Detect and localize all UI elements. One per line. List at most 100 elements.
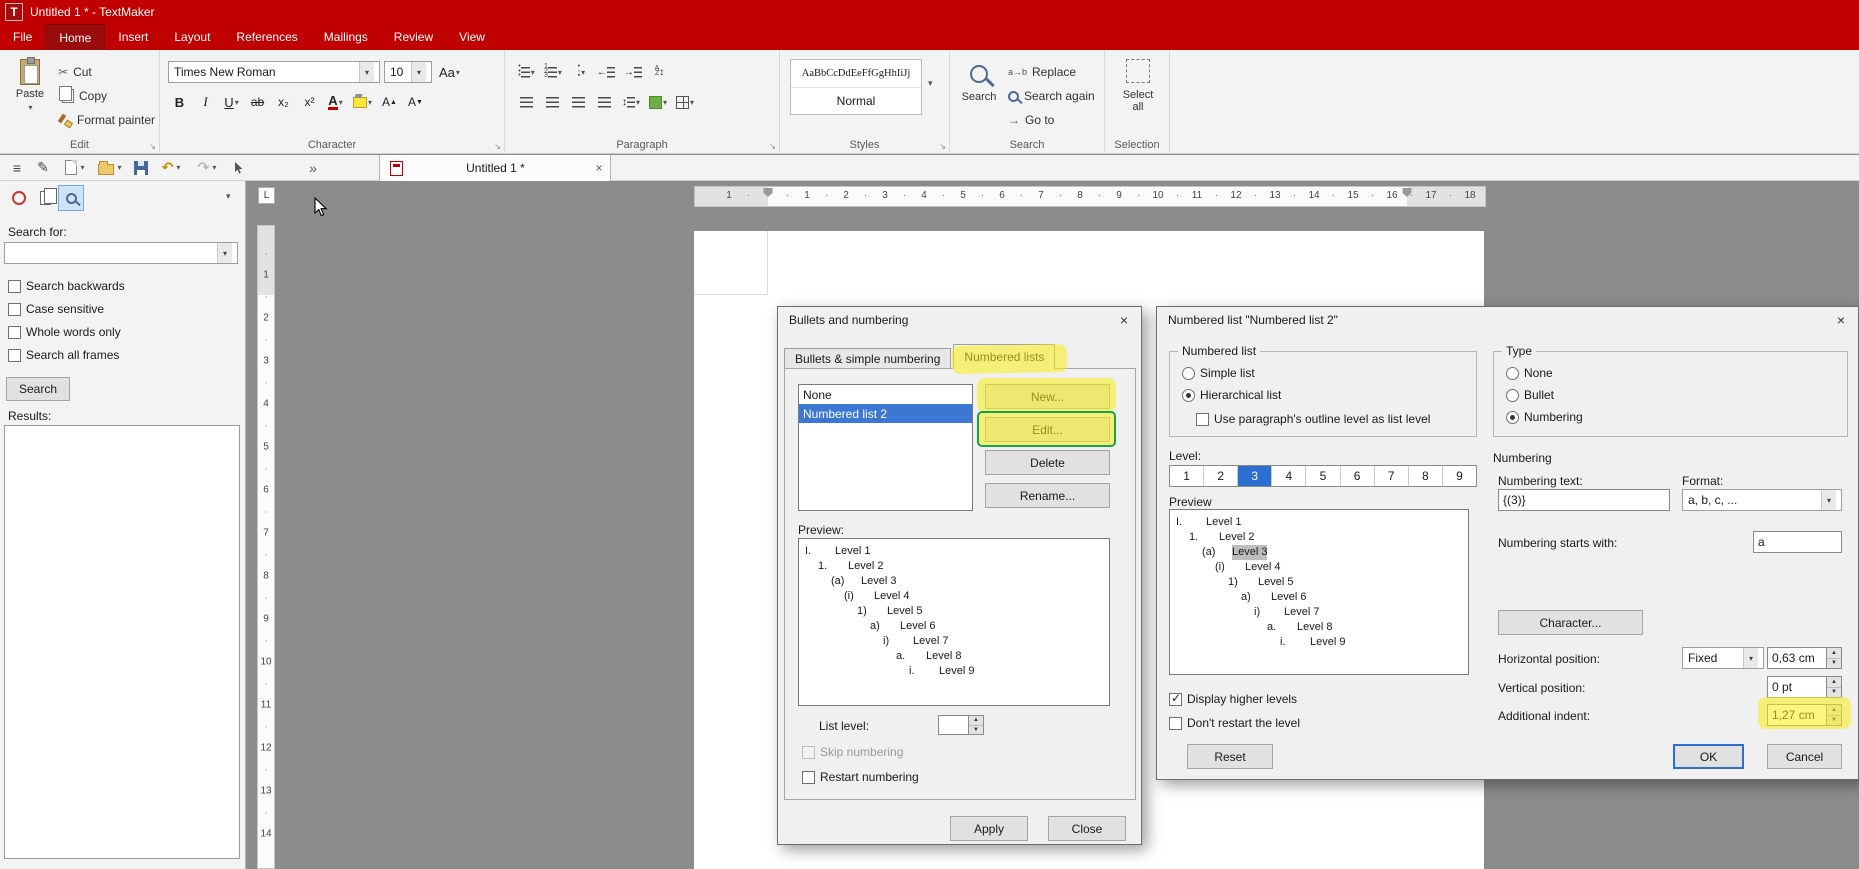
- menu-item[interactable]: Layout: [161, 24, 223, 50]
- open-document-button[interactable]: ▾: [94, 157, 126, 178]
- underline-button[interactable]: U▾: [220, 90, 243, 114]
- menu-item[interactable]: Home: [45, 24, 105, 50]
- borders-button[interactable]: ▾: [673, 90, 697, 114]
- format-painter-button[interactable]: Format painter: [58, 110, 155, 130]
- level-cell[interactable]: 3: [1238, 466, 1272, 486]
- toolbar-overflow-chevron-icon[interactable]: »: [304, 157, 322, 178]
- tab-stop-selector[interactable]: L: [258, 187, 275, 204]
- spin-down-icon[interactable]: ▼: [1827, 659, 1841, 669]
- format-select[interactable]: a, b, c, ... ▾: [1682, 489, 1842, 511]
- menu-item[interactable]: Mailings: [311, 24, 381, 50]
- dialog-launcher-icon[interactable]: ↘: [769, 142, 776, 151]
- list-item[interactable]: None: [799, 385, 972, 404]
- spinner-arrows[interactable]: ▲▼: [1827, 676, 1842, 698]
- search-again-button[interactable]: Search again: [1008, 86, 1095, 106]
- increase-indent-button[interactable]: →: [621, 60, 645, 84]
- spin-up-icon[interactable]: ▲: [1827, 648, 1841, 659]
- spinner-arrows[interactable]: ▲▼: [1827, 704, 1842, 726]
- menu-item[interactable]: File: [0, 24, 45, 50]
- radio-option[interactable]: Hierarchical list: [1182, 388, 1281, 402]
- spin-down-icon[interactable]: ▼: [969, 726, 983, 735]
- menu-item[interactable]: References: [223, 24, 310, 50]
- chevron-down-icon[interactable]: ▾: [1821, 490, 1836, 510]
- spinner-arrows[interactable]: ▲▼: [1827, 647, 1842, 669]
- line-spacing-button[interactable]: ↕▾: [619, 90, 643, 114]
- numbered-list-button[interactable]: 1 2 3▾: [541, 60, 565, 84]
- search-for-combobox[interactable]: ▾: [4, 242, 238, 264]
- horizontal-mode-select[interactable]: Fixed ▾: [1682, 647, 1764, 669]
- styles-gallery[interactable]: AaBbCcDdEeFfGgHhIiJj Normal: [790, 59, 922, 115]
- close-tab-icon[interactable]: ×: [588, 161, 610, 175]
- spin-down-icon[interactable]: ▼: [1827, 688, 1841, 698]
- list-item[interactable]: Numbered list 2: [799, 404, 972, 423]
- sidebar-pages-icon[interactable]: [32, 185, 58, 211]
- replace-button[interactable]: a→b Replace: [1008, 62, 1076, 82]
- pointer-tool-icon[interactable]: [228, 157, 250, 178]
- outline-level-checkbox[interactable]: Use paragraph's outline level as list le…: [1196, 412, 1430, 426]
- sidebar-search-icon[interactable]: [58, 185, 84, 211]
- superscript-button[interactable]: x²: [298, 90, 321, 114]
- radio-option[interactable]: Bullet: [1506, 388, 1583, 402]
- highlight-button[interactable]: ▾: [350, 90, 375, 114]
- justify-button[interactable]: [593, 90, 616, 114]
- results-listbox[interactable]: [4, 425, 240, 859]
- dialog-launcher-icon[interactable]: ↘: [149, 142, 156, 151]
- chevron-down-icon[interactable]: ▾: [411, 62, 426, 82]
- spin-down-icon[interactable]: ▼: [1827, 716, 1841, 726]
- bold-button[interactable]: B: [168, 90, 191, 114]
- chevron-down-icon[interactable]: ▾: [217, 243, 232, 263]
- chevron-down-icon[interactable]: ▾: [359, 62, 374, 82]
- numbering-text-input[interactable]: {(3)}: [1498, 489, 1670, 511]
- italic-button[interactable]: I: [194, 90, 217, 114]
- horizontal-position-spinner[interactable]: 0,63 cm ▲▼: [1767, 647, 1842, 669]
- dialog-launcher-icon[interactable]: ↘: [939, 142, 946, 151]
- menu-item[interactable]: View: [446, 24, 498, 50]
- hamburger-menu-icon[interactable]: ≡: [6, 157, 28, 178]
- ok-button[interactable]: OK: [1673, 744, 1744, 769]
- document-tab[interactable]: Untitled 1 * ×: [379, 155, 611, 181]
- font-size-combobox[interactable]: 10 ▾: [384, 61, 432, 83]
- search-option-checkbox[interactable]: Search backwards: [8, 279, 125, 293]
- paste-button[interactable]: Paste ▾: [8, 58, 52, 140]
- level-cell[interactable]: 4: [1272, 466, 1306, 486]
- change-case-button[interactable]: Aa ▾: [436, 60, 463, 84]
- styles-gallery-chevron-icon[interactable]: ▾: [928, 78, 933, 89]
- go-to-button[interactable]: → Go to: [1008, 110, 1054, 130]
- close-icon[interactable]: ×: [1826, 308, 1856, 332]
- level-cell[interactable]: 8: [1409, 466, 1443, 486]
- spinner-arrows[interactable]: ▲▼: [969, 715, 984, 735]
- reduce-font-button[interactable]: A▼: [404, 90, 427, 114]
- select-all-button[interactable]: Select all: [1115, 58, 1161, 138]
- spin-up-icon[interactable]: ▲: [1827, 677, 1841, 688]
- spin-up-icon[interactable]: ▲: [969, 716, 983, 726]
- new-document-button[interactable]: ▾: [60, 157, 90, 178]
- save-button[interactable]: [130, 157, 152, 178]
- dialog-side-button[interactable]: Delete: [985, 450, 1110, 475]
- dialog-checkbox[interactable]: Restart numbering: [802, 770, 919, 784]
- dialog-launcher-icon[interactable]: ↘: [494, 142, 501, 151]
- search-option-checkbox[interactable]: Case sensitive: [8, 302, 125, 316]
- level-cell[interactable]: 6: [1341, 466, 1375, 486]
- pen-input-icon[interactable]: ✎: [32, 157, 54, 178]
- level-cell[interactable]: 5: [1306, 466, 1340, 486]
- strikethrough-button[interactable]: ab: [246, 90, 269, 114]
- enlarge-font-button[interactable]: A▲: [378, 90, 401, 114]
- subscript-button[interactable]: x₂: [272, 90, 295, 114]
- dialog-tab[interactable]: Numbered lists: [953, 344, 1055, 369]
- radio-option[interactable]: Numbering: [1506, 410, 1583, 424]
- reset-button[interactable]: Reset: [1187, 744, 1273, 769]
- undo-button[interactable]: ↶▾: [156, 157, 186, 178]
- list-level-spinner[interactable]: ▲▼: [938, 715, 984, 735]
- search-option-checkbox[interactable]: Search all frames: [8, 348, 125, 362]
- numbered-lists-listbox[interactable]: None Numbered list 2: [798, 384, 973, 511]
- search-option-checkbox[interactable]: Whole words only: [8, 325, 125, 339]
- align-center-button[interactable]: [541, 90, 564, 114]
- font-color-button[interactable]: A▾: [324, 90, 347, 114]
- apply-button[interactable]: Apply: [950, 816, 1028, 841]
- dialog-side-button[interactable]: Edit...: [985, 417, 1110, 442]
- multilevel-list-button[interactable]: • ◦ ▪▾: [568, 60, 591, 84]
- search-button-large[interactable]: Search: [956, 58, 1002, 138]
- sidebar-search-button[interactable]: Search: [6, 377, 70, 401]
- v-ruler[interactable]: 1·2·3·4·5·6·7·8·9·10·11·12·13·14·: [257, 225, 275, 869]
- radio-option[interactable]: Simple list: [1182, 366, 1281, 380]
